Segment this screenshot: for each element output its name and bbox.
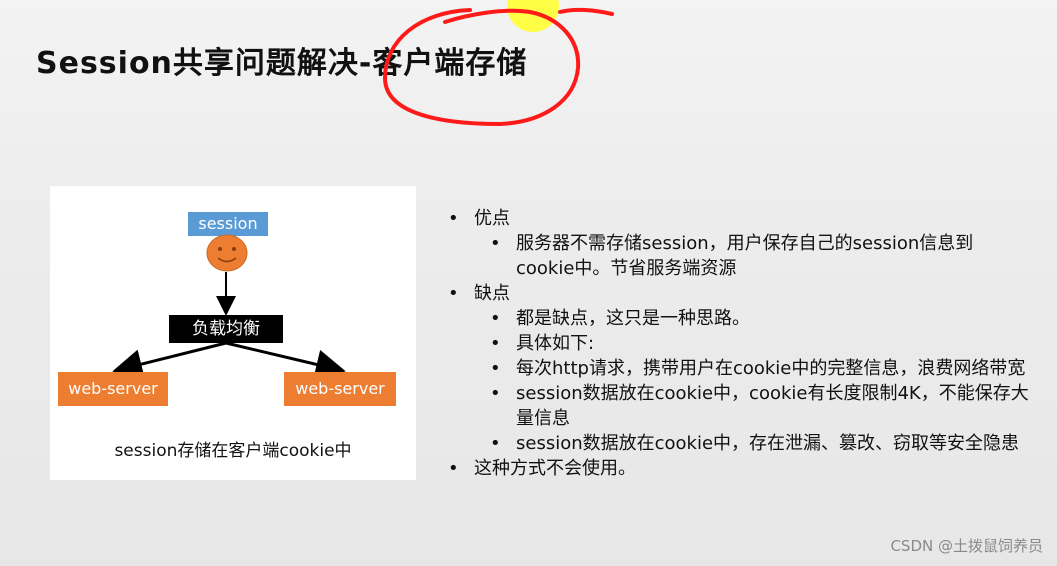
web-server-left-node: web-server (58, 372, 168, 406)
load-balancer-node: 负载均衡 (169, 315, 283, 343)
user-face-icon (206, 234, 248, 272)
pointer-highlight (507, 0, 559, 32)
pros-heading: 优点 (448, 206, 1048, 231)
web-server-right-node: web-server (284, 372, 396, 406)
cons-item: session数据放在cookie中，cookie有长度限制4K，不能保存大量信… (448, 381, 1036, 431)
architecture-diagram: session 负载均衡 web-server web-server sessi… (50, 186, 416, 480)
cons-heading: 缺点 (448, 281, 1048, 306)
cons-item: 具体如下: (448, 331, 1048, 356)
cons-item: session数据放在cookie中，存在泄漏、篡改、窃取等安全隐患 (448, 431, 1036, 456)
conclusion-item: 这种方式不会使用。 (448, 456, 1048, 481)
watermark: CSDN @土拨鼠饲养员 (890, 537, 1043, 555)
diagram-caption: session存储在客户端cookie中 (114, 441, 352, 461)
bullet-list: 优点 服务器不需存储session，用户保存自己的session信息到cooki… (448, 206, 1048, 481)
session-node: session (188, 212, 268, 236)
cons-item: 每次http请求，携带用户在cookie中的完整信息，浪费网络带宽 (448, 356, 1036, 381)
pros-item: 服务器不需存储session，用户保存自己的session信息到cookie中。… (448, 231, 986, 281)
arrow-lb-to-right-server (225, 341, 346, 380)
arrow-lb-to-left-server (112, 341, 227, 379)
slide-title: Session共享问题解决-客户端存储 (36, 46, 528, 81)
cons-item: 都是缺点，这只是一种思路。 (448, 306, 1048, 331)
